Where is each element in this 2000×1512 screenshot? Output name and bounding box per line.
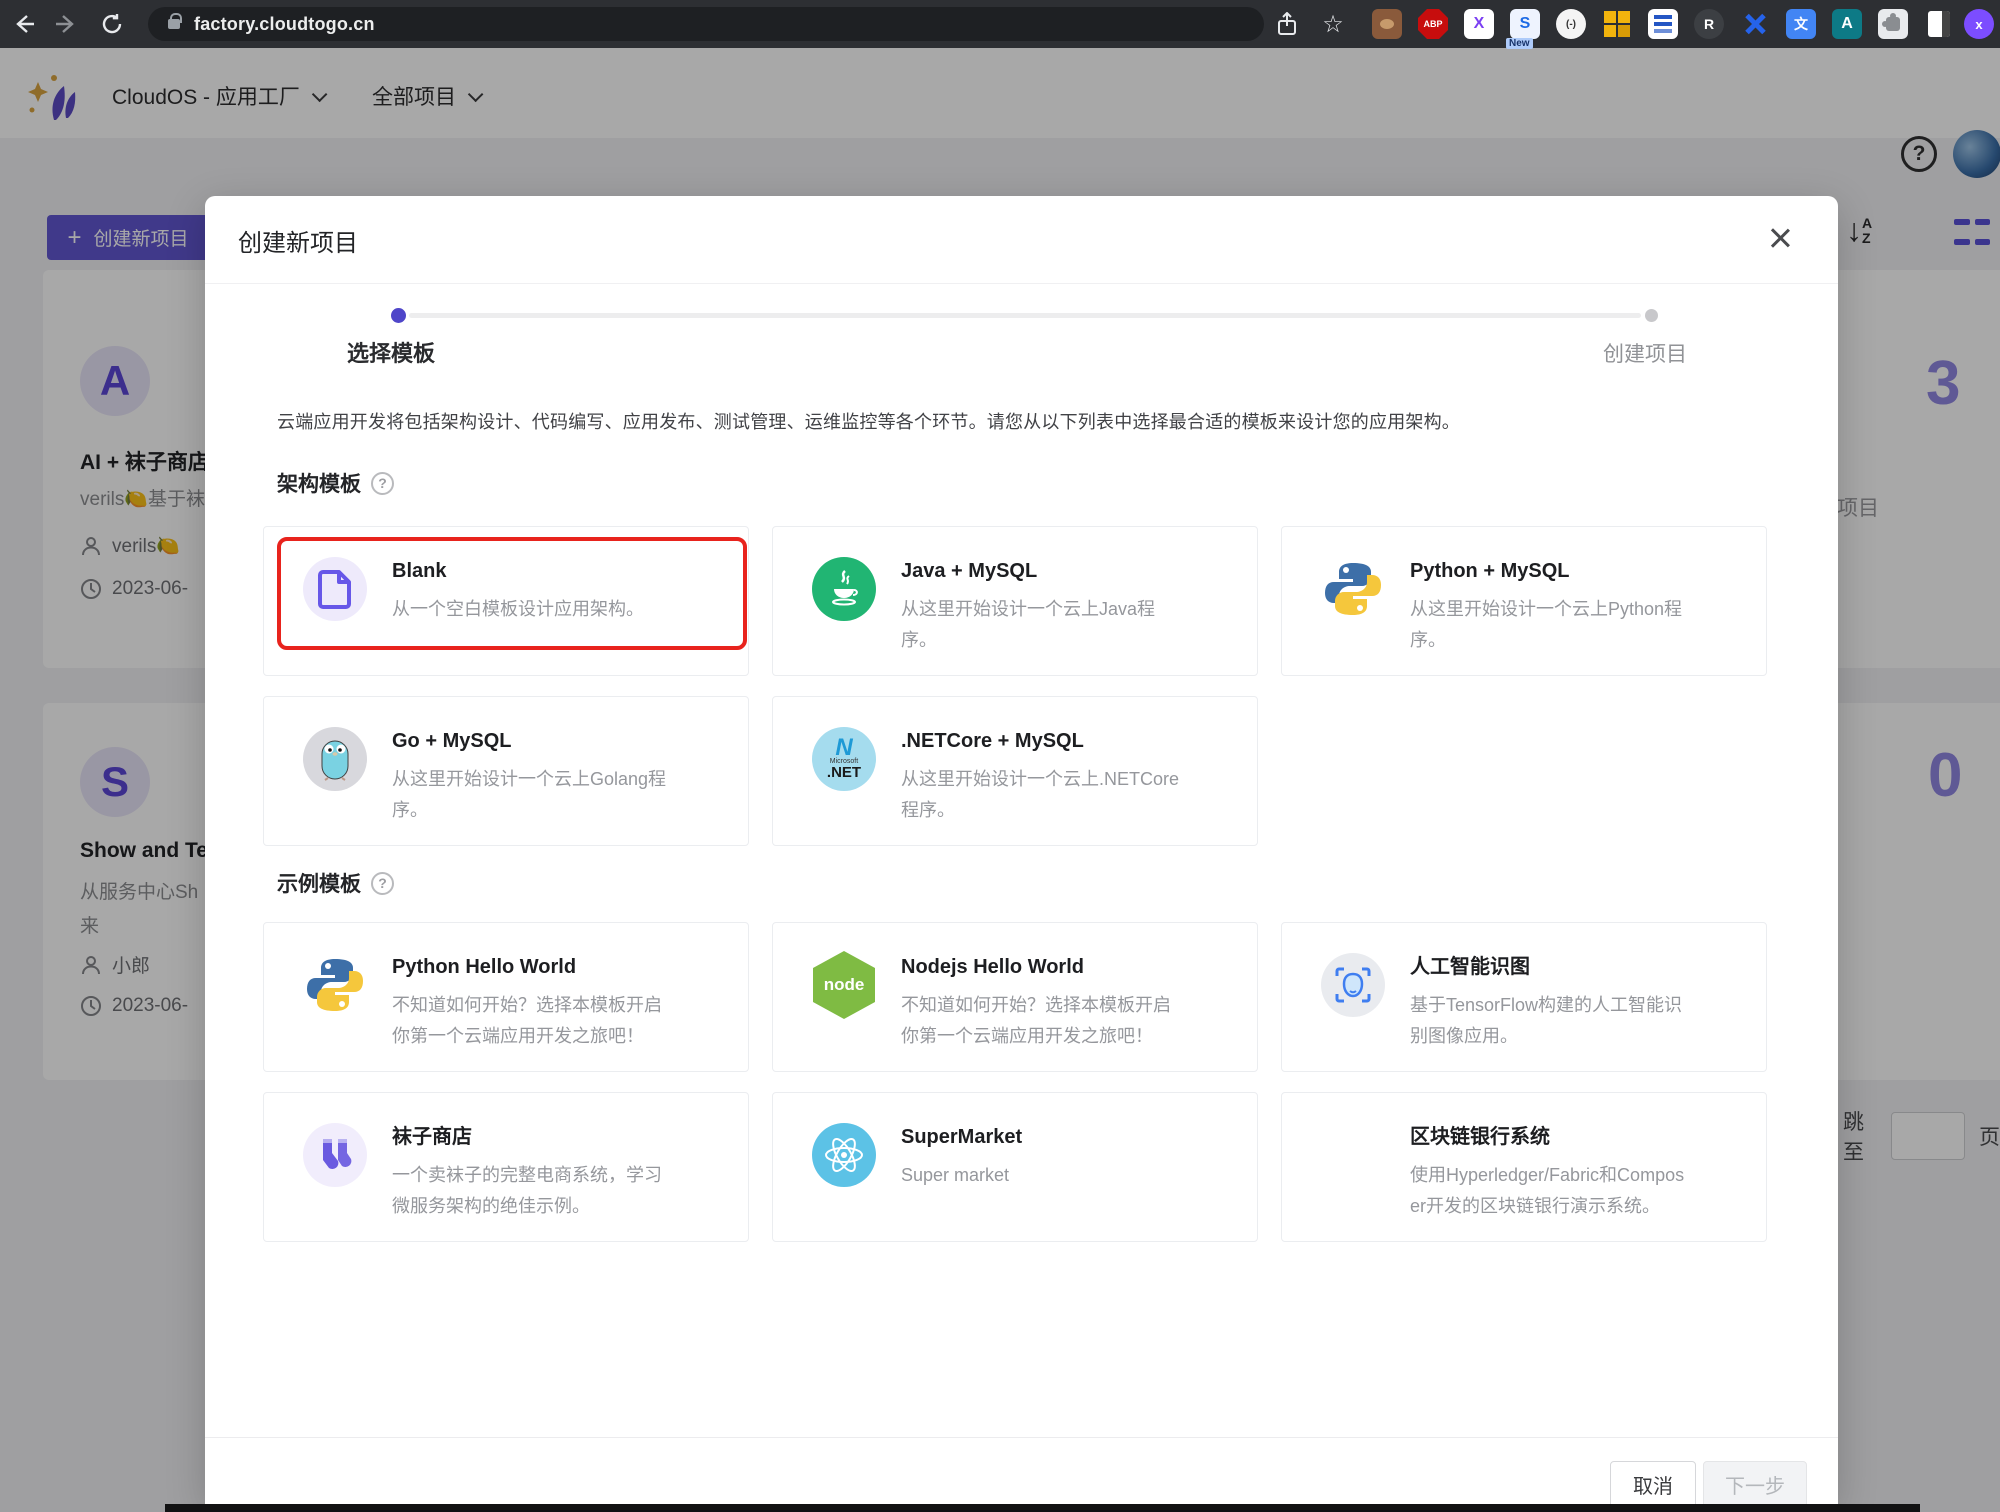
ext-x-icon[interactable]: X [1464, 9, 1494, 39]
ext-monkey-icon[interactable] [1372, 9, 1402, 39]
example-template-grid: Python Hello World 不知道如何开始？选择本模板开启 你第一个云端… [263, 922, 1767, 1242]
react-icon [812, 1123, 876, 1187]
divider [205, 283, 1838, 284]
template-desc: 基于TensorFlow构建的人工智能识 别图像应用。 [1410, 990, 1746, 1052]
step-label-create-project: 创建项目 [1603, 338, 1687, 368]
empty-icon-placeholder [1321, 1123, 1385, 1187]
template-card-sock-shop[interactable]: 袜子商店一个卖袜子的完整电商系统，学习 微服务架构的绝佳示例。 [263, 1092, 749, 1242]
template-desc: 不知道如何开始？选择本模板开启 你第一个云端应用开发之旅吧！ [392, 990, 728, 1052]
step-label-select-template: 选择模板 [347, 336, 435, 368]
new-badge: New [1506, 38, 1533, 49]
template-desc: 从这里开始设计一个云上Golang程 序。 [392, 764, 728, 826]
template-card-python-hello-world[interactable]: Python Hello World 不知道如何开始？选择本模板开启 你第一个云端… [263, 922, 749, 1072]
ext-adblock-icon[interactable]: ABP [1418, 9, 1448, 39]
cancel-button[interactable]: 取消 [1610, 1461, 1696, 1508]
template-title: Go + MySQL [392, 727, 728, 755]
share-icon[interactable] [1272, 9, 1302, 39]
template-title: Java + MySQL [901, 557, 1237, 585]
arch-template-section-header: 架构模板 ? [277, 468, 394, 498]
template-card-netcore-mysql[interactable]: N Microsoft .NET .NETCore + MySQL 从这里开始设计… [772, 696, 1258, 846]
template-card-go-mysql[interactable]: Go + MySQL 从这里开始设计一个云上Golang程 序。 [263, 696, 749, 846]
question-icon[interactable]: ? [371, 472, 394, 495]
step-dot-active [391, 308, 406, 323]
ext-code-icon[interactable]: (-) [1556, 9, 1586, 39]
template-card-python-mysql[interactable]: Python + MySQL 从这里开始设计一个云上Python程 序。 [1281, 526, 1767, 676]
python-icon [303, 953, 367, 1017]
template-desc: 使用Hyperledger/Fabric和Compos er开发的区块链银行演示… [1410, 1160, 1746, 1222]
template-card-blockchain-bank[interactable]: 区块链银行系统使用Hyperledger/Fabric和Compos er开发的… [1281, 1092, 1767, 1242]
template-title: 区块链银行系统 [1410, 1123, 1746, 1151]
create-project-modal: 创建新项目 选择模板 创建项目 云端应用开发将包括架构设计、代码编写、应用发布、… [205, 196, 1838, 1504]
nodejs-icon: node [812, 953, 876, 1017]
browser-profile-avatar[interactable]: x [1964, 9, 1994, 39]
ext-sidebar-icon[interactable] [1924, 9, 1954, 39]
ext-doc-icon[interactable] [1648, 9, 1678, 39]
template-card-supermarket[interactable]: SuperMarket Super market [772, 1092, 1258, 1242]
java-icon [812, 557, 876, 621]
next-step-button[interactable]: 下一步 [1703, 1461, 1807, 1508]
template-title: 人工智能识图 [1410, 953, 1746, 981]
bookmark-star-icon[interactable]: ☆ [1318, 9, 1348, 39]
address-bar[interactable]: factory.cloudtogo.cn [148, 7, 1264, 41]
template-title: SuperMarket [901, 1123, 1237, 1151]
template-desc: 从这里开始设计一个云上.NETCore 程序。 [901, 764, 1237, 826]
modal-description: 云端应用开发将包括架构设计、代码编写、应用发布、测试管理、运维监控等各个环节。请… [277, 408, 1460, 434]
template-card-nodejs-hello-world[interactable]: node Nodejs Hello World 不知道如何开始？选择本模板开启 你… [772, 922, 1258, 1072]
template-card-ai-image-recognition[interactable]: 人工智能识图基于TensorFlow构建的人工智能识 别图像应用。 [1281, 922, 1767, 1072]
reload-button[interactable] [96, 8, 128, 40]
annotation-highlight-box [277, 537, 747, 650]
template-desc: 一个卖袜子的完整电商系统，学习 微服务架构的绝佳示例。 [392, 1160, 728, 1222]
template-title: 袜子商店 [392, 1123, 728, 1151]
ext-translate-icon[interactable]: 文 [1786, 9, 1816, 39]
window-bottom-edge [165, 1504, 1920, 1512]
template-desc: 从这里开始设计一个云上Python程 序。 [1410, 594, 1746, 656]
template-title: .NETCore + MySQL [901, 727, 1237, 755]
browser-toolbar: factory.cloudtogo.cn ☆ ABP X S New (-) R… [0, 0, 2000, 48]
example-template-section-header: 示例模板 ? [277, 868, 394, 898]
template-title: Python + MySQL [1410, 557, 1746, 585]
ext-grid-icon[interactable] [1602, 9, 1632, 39]
ext-s-icon[interactable]: S New [1510, 9, 1540, 39]
modal-title: 创建新项目 [238, 223, 358, 258]
step-track [409, 313, 1641, 318]
template-title: Nodejs Hello World [901, 953, 1237, 981]
template-desc: Super market [901, 1160, 1237, 1191]
back-button[interactable] [8, 8, 40, 40]
template-card-java-mysql[interactable]: Java + MySQL 从这里开始设计一个云上Java程 序。 [772, 526, 1258, 676]
close-icon[interactable] [1766, 224, 1794, 252]
lock-icon [168, 19, 180, 29]
divider [205, 1437, 1838, 1438]
face-scan-icon [1321, 953, 1385, 1017]
socks-icon [303, 1123, 367, 1187]
screen: CloudOS - 应用工厂 全部项目 ? + 创建新项目 A AI + 袜子商… [0, 0, 2000, 1512]
ext-blue-x-icon[interactable] [1740, 9, 1770, 39]
gopher-icon [303, 727, 367, 791]
python-icon [1321, 557, 1385, 621]
dotnet-icon: N Microsoft .NET [812, 727, 876, 791]
url-text: factory.cloudtogo.cn [194, 14, 375, 35]
ext-puzzle-icon[interactable] [1878, 9, 1908, 39]
step-dot-inactive [1645, 309, 1658, 322]
template-desc: 不知道如何开始？选择本模板开启 你第一个云端应用开发之旅吧！ [901, 990, 1237, 1052]
template-title: Python Hello World [392, 953, 728, 981]
ext-a-icon[interactable]: A [1832, 9, 1862, 39]
forward-button[interactable] [50, 8, 82, 40]
template-desc: 从这里开始设计一个云上Java程 序。 [901, 594, 1237, 656]
question-icon[interactable]: ? [371, 872, 394, 895]
ext-r-icon[interactable]: R [1694, 9, 1724, 39]
